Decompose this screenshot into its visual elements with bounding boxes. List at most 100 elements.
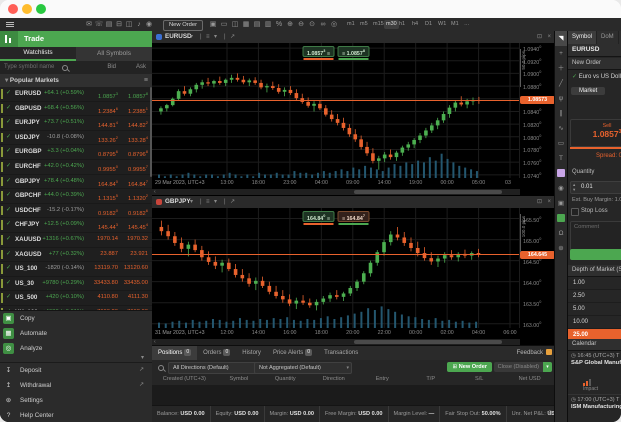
wave-tool-icon[interactable]: ∿ (555, 121, 567, 136)
timeframe-h4[interactable]: h4 (410, 20, 420, 29)
maximize-chart-icon[interactable]: ⊡ (537, 196, 542, 208)
speaker-icon[interactable]: ♪ (134, 18, 144, 31)
channel-tool-icon[interactable]: ∥ (555, 106, 567, 121)
calendar-event[interactable]: ◷ 16:45 (UTC+3) TS&P Global ManufactuImp… (568, 351, 621, 395)
timeframe-M1[interactable]: M1 (449, 20, 461, 29)
symbol-row-gbpusd[interactable]: ✓GBPUSD+68.4 (+0.56%)1.238461.23851 (0, 102, 152, 117)
quick-trade-swatch[interactable] (555, 211, 567, 226)
menu-item-copy[interactable]: ▣Copy (0, 311, 152, 326)
maximize-window-button[interactable] (36, 4, 46, 14)
menu-item-settings[interactable]: ⊛Settings (0, 393, 152, 408)
price-axis[interactable]: 1.094001.092001.090001.088001.086001.084… (519, 43, 556, 178)
settings-gear-icon[interactable]: ⊛ (547, 406, 553, 422)
menu-item-analyze[interactable]: ◎Analyze (0, 341, 152, 356)
chart-settings-gear-icon[interactable]: ⊛ (555, 241, 567, 256)
symbol-row-eurusd[interactable]: ✓EURUSD+64.1 (+0.59%)1.085731.08578 (0, 87, 152, 102)
symbol-row-us_500[interactable]: ✓US_500+420 (+0.10%)4110.804111.30 (0, 291, 152, 306)
hamburger-menu-icon[interactable] (6, 22, 14, 23)
scrollbar-thumb[interactable] (354, 340, 501, 344)
layout-list-icon[interactable]: ▤ (104, 18, 114, 31)
chevron-down-icon[interactable]: ▾ (214, 196, 217, 208)
right-tab-symbol[interactable]: Symbol (568, 31, 596, 44)
timeframe-m1[interactable]: m1 (345, 20, 357, 29)
pitchfork-tool-icon[interactable]: ψ (555, 91, 567, 106)
chart-buy-button[interactable]: ≡ 1.08578 (338, 46, 370, 57)
stepper-arrows-icon[interactable]: ▴▾ (573, 182, 575, 192)
tab-transactions[interactable]: Transactions (318, 346, 364, 360)
chart-scrollbar[interactable]: ‹ (152, 189, 520, 195)
close-options-caret[interactable]: ▾ (543, 362, 552, 372)
right-tab-dom[interactable]: DoM (597, 31, 618, 44)
crosshair-tool-icon[interactable]: + (555, 46, 567, 61)
chart-buy-button[interactable]: ≡ 164.847 (338, 211, 370, 222)
symbol-selector[interactable]: EURUSD (568, 44, 621, 57)
minimize-panel-icon[interactable]: ⊟ (114, 18, 124, 31)
symbol-row-eurgbp[interactable]: ✓EURGBP+3.3 (+0.04%)0.879560.87968 (0, 145, 152, 160)
add-drawing-icon[interactable]: ＋ (555, 61, 567, 76)
feedback-link[interactable]: Feedback (517, 346, 552, 360)
timeframe-D1[interactable]: D1 (423, 20, 434, 29)
cursor-tool-icon[interactable]: ◥ (555, 31, 567, 46)
sell-price-box[interactable]: Sell 1.08573 (570, 119, 621, 147)
symbol-row-eurjpy[interactable]: ✓EURJPY+73.7 (+0.51%)144.814144.822 (0, 116, 152, 131)
dom-row[interactable]: 2.50 (568, 290, 621, 303)
dom-row[interactable]: 1.00 (568, 277, 621, 290)
minimize-window-button[interactable] (22, 4, 32, 14)
layout-split-icon[interactable]: ◫ (230, 18, 240, 31)
direction-filter-select[interactable]: All Directions (Default)▾ (168, 362, 262, 374)
menu-item-help-center[interactable]: ?Help Center (0, 408, 152, 422)
tab-orders[interactable]: Orders0 (197, 346, 236, 360)
chevron-down-icon[interactable]: ▾ (214, 31, 217, 43)
chart-sell-button[interactable]: 1.08573 ≡ (303, 46, 335, 57)
symbol-row-xauusd[interactable]: ✓XAUUSD+1316 (+0.67%)1970.141970.32 (0, 233, 152, 248)
share-icon[interactable]: ↗ (230, 196, 235, 208)
stop-loss-row[interactable]: Stop Loss (568, 207, 621, 217)
eye-icon[interactable]: ◉ (555, 181, 567, 196)
chat-icon[interactable]: ▣ (208, 18, 218, 31)
new-order-toolbar-button[interactable]: New Order (163, 20, 203, 31)
tab-price-alerts[interactable]: Price Alerts0 (267, 346, 318, 360)
new-order-button[interactable]: ⊞ New Order (447, 362, 492, 372)
trendline-tool-icon[interactable]: ╱ (555, 76, 567, 91)
dom-row[interactable]: 10.00 (568, 316, 621, 329)
text-tool-icon[interactable]: T (555, 151, 567, 166)
watchlist-tab-watchlists[interactable]: Watchlists (0, 47, 76, 61)
price-axis[interactable]: 165.500165.000164.500164.000163.500163.0… (519, 208, 556, 328)
symbol-row-us_30[interactable]: ✓US_30+9780 (+0.29%)33433.8033435.00 (0, 277, 152, 292)
chart-plot[interactable]: 164.840 ≡≡ 164.847 (152, 208, 520, 328)
menu-item-deposit[interactable]: ↧Deposit↗ (0, 363, 152, 378)
aggregation-filter-select[interactable]: Not Aggregated (Default)▾ (254, 362, 352, 374)
order-type-tab-market[interactable]: Market (571, 87, 605, 95)
quantity-stepper[interactable]: ▴▾ 0.01 (570, 181, 621, 194)
list-menu-icon[interactable]: ≡ (144, 74, 148, 87)
symbol-row-us_100[interactable]: ✓US_100-1820 (-0.14%)13119.7013120.60 (0, 262, 152, 277)
layout-rows-icon[interactable]: ▤ (252, 18, 262, 31)
chart-type-icon[interactable]: ≡ (206, 196, 210, 208)
crosshair-icon[interactable]: ⊙ (307, 18, 317, 31)
share-icon[interactable]: ↗ (230, 31, 235, 43)
menu-item-automate[interactable]: ▦Automate (0, 326, 152, 341)
zoom-in-icon[interactable]: ⊕ (285, 18, 295, 31)
tab-history[interactable]: History (236, 346, 267, 360)
close-chart-icon[interactable]: × (547, 31, 551, 43)
chevron-down-icon[interactable]: ▾ (190, 31, 193, 43)
tab-positions[interactable]: Positions0 (152, 346, 197, 360)
dom-row[interactable]: 5.00 (568, 303, 621, 316)
windows-icon[interactable]: ◫ (124, 18, 134, 31)
timeframe-…[interactable]: … (462, 20, 472, 29)
close-position-button[interactable]: Close (Disabled) (494, 362, 543, 372)
symbol-row-usdchf[interactable]: ✓USDCHF-15.2 (-0.17%)0.918200.91826 (0, 204, 152, 219)
popular-markets-section[interactable]: ▾ Popular Markets ≡ (0, 74, 152, 88)
chart-type-icon[interactable]: ≡ (206, 31, 210, 43)
scrollbar-thumb[interactable] (354, 190, 501, 194)
layout-grid-icon[interactable]: ▦ (241, 18, 251, 31)
symbol-row-usdjpy[interactable]: ✓USDJPY-10.8 (-0.08%)133.262133.284 (0, 131, 152, 146)
maximize-chart-icon[interactable]: ⊡ (537, 31, 542, 43)
phone-icon[interactable]: ☏ (94, 18, 104, 31)
place-order-button[interactable] (570, 249, 621, 260)
layout-single-icon[interactable]: ▭ (219, 18, 229, 31)
alert-bell-icon[interactable]: Ω (555, 226, 567, 241)
symbol-row-chfjpy[interactable]: ✓CHFJPY+12.5 (+0.09%)145.443145.454 (0, 218, 152, 233)
chevron-down-icon[interactable]: ▾ (190, 196, 193, 208)
timeframe-W1[interactable]: W1 (436, 20, 448, 29)
